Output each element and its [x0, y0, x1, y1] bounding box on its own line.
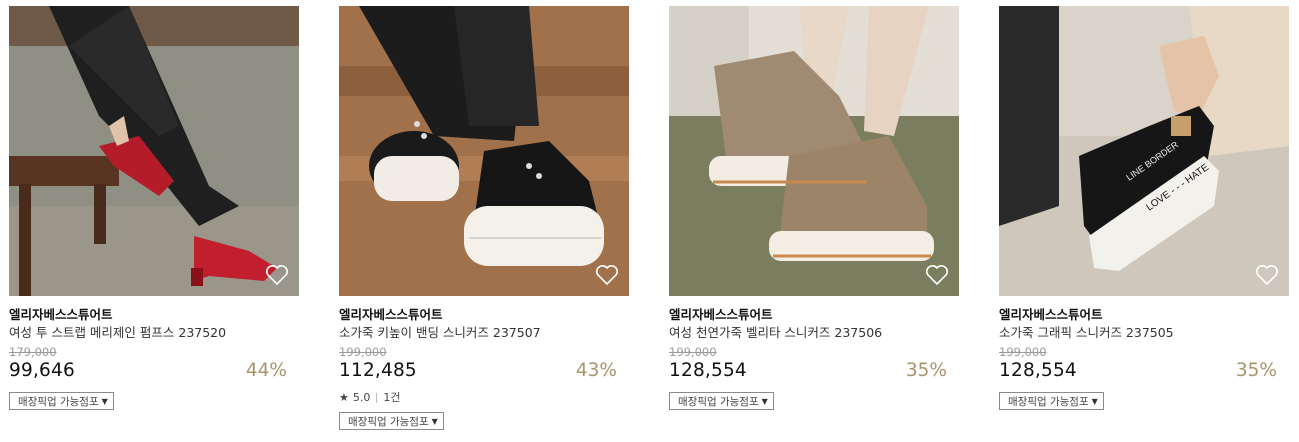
price-row: 128,554 35%	[669, 360, 959, 384]
brand-name: 엘리자베스스튜어트	[339, 307, 443, 322]
pickup-label: 매장픽업 가능점포	[1008, 395, 1089, 408]
review-count[interactable]: 1건	[383, 391, 400, 405]
divider	[376, 393, 378, 403]
original-price: 199,000	[999, 345, 1047, 359]
price-row: 99,646 44%	[9, 360, 299, 384]
pickup-label: 매장픽업 가능점포	[348, 415, 429, 428]
product-grid: 엘리자베스스튜어트 여성 투 스트랩 메리제인 펌프스 237520 179,0…	[0, 0, 1299, 442]
product-name[interactable]: 소가죽 그래픽 스니커즈 237505	[999, 325, 1289, 341]
product-image[interactable]	[339, 6, 629, 296]
product-photo-platform-sneakers	[339, 6, 629, 296]
price-row: 112,485 43%	[339, 360, 629, 384]
wishlist-heart-icon[interactable]	[595, 264, 619, 286]
pickup-label: 매장픽업 가능점포	[678, 395, 759, 408]
sale-price: 99,646	[9, 360, 75, 381]
product-image[interactable]: LOVE - - - HATE LINE BORDER	[999, 6, 1289, 296]
discount-rate: 44%	[245, 360, 287, 381]
store-pickup-dropdown[interactable]: 매장픽업 가능점포 ▼	[9, 392, 114, 410]
original-price: 179,000	[9, 345, 57, 359]
brand-name: 엘리자베스스튜어트	[9, 307, 113, 322]
caret-down-icon: ▼	[1091, 396, 1098, 406]
sale-price: 112,485	[339, 360, 417, 381]
product-image[interactable]	[669, 6, 959, 296]
store-pickup-dropdown[interactable]: 매장픽업 가능점포 ▼	[669, 392, 774, 410]
pickup-label: 매장픽업 가능점포	[18, 395, 99, 408]
product-name[interactable]: 소가죽 키높이 밴딩 스니커즈 237507	[339, 325, 629, 341]
caret-down-icon: ▼	[431, 416, 438, 426]
wishlist-heart-icon[interactable]	[925, 264, 949, 286]
product-name[interactable]: 여성 투 스트랩 메리제인 펌프스 237520	[9, 325, 299, 341]
product-name[interactable]: 여성 천연가죽 벨리타 스니커즈 237506	[669, 325, 959, 341]
wishlist-heart-icon[interactable]	[1255, 264, 1279, 286]
product-card[interactable]: LOVE - - - HATE LINE BORDER 엘리자베스스튜어트 소가…	[999, 6, 1289, 410]
product-card[interactable]: 엘리자베스스튜어트 여성 천연가죽 벨리타 스니커즈 237506 199,00…	[669, 6, 959, 410]
discount-rate: 35%	[905, 360, 947, 381]
product-card[interactable]: 엘리자베스스튜어트 여성 투 스트랩 메리제인 펌프스 237520 179,0…	[9, 6, 299, 410]
brand-name: 엘리자베스스튜어트	[999, 307, 1103, 322]
product-image[interactable]	[9, 6, 299, 296]
sale-price: 128,554	[669, 360, 747, 381]
brand-name: 엘리자베스스튜어트	[669, 307, 773, 322]
original-price: 199,000	[339, 345, 387, 359]
wishlist-heart-icon[interactable]	[265, 264, 289, 286]
discount-rate: 35%	[1235, 360, 1277, 381]
rating-row: ★ 5.0 1건	[339, 391, 629, 405]
store-pickup-dropdown[interactable]: 매장픽업 가능점포 ▼	[339, 412, 444, 430]
rating-score: 5.0	[352, 391, 371, 404]
original-price: 199,000	[669, 345, 717, 359]
product-photo-suede-sneakers	[669, 6, 959, 296]
store-pickup-dropdown[interactable]: 매장픽업 가능점포 ▼	[999, 392, 1104, 410]
product-photo-red-pumps	[9, 6, 299, 296]
product-card[interactable]: 엘리자베스스튜어트 소가죽 키높이 밴딩 스니커즈 237507 199,000…	[339, 6, 629, 430]
product-photo-graphic-sneakers: LOVE - - - HATE LINE BORDER	[999, 6, 1289, 296]
sale-price: 128,554	[999, 360, 1077, 381]
discount-rate: 43%	[575, 360, 617, 381]
price-row: 128,554 35%	[999, 360, 1289, 384]
caret-down-icon: ▼	[761, 396, 768, 406]
caret-down-icon: ▼	[101, 396, 108, 406]
star-icon: ★	[339, 391, 349, 404]
